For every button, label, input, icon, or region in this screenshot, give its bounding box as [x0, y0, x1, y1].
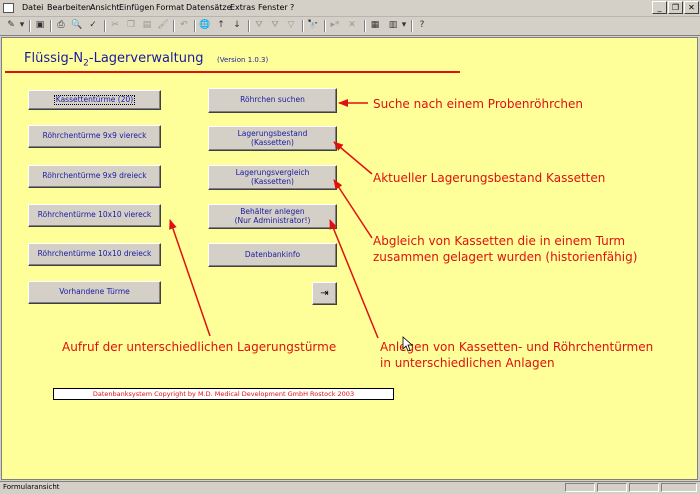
status-cell-4: [661, 483, 697, 492]
mouse-cursor-icon: [402, 336, 414, 352]
arrow-abgleich: [333, 179, 373, 239]
status-cell-2: [597, 483, 627, 492]
arrow-aufruf: [169, 219, 211, 337]
status-cell-1: [565, 483, 595, 492]
arrow-anlegen: [329, 219, 379, 339]
status-bar: Formularansicht: [0, 481, 700, 494]
status-text: Formularansicht: [3, 483, 60, 491]
annotation-arrows: [169, 99, 414, 352]
arrow-bestand: [333, 141, 373, 175]
status-cell-3: [629, 483, 659, 492]
